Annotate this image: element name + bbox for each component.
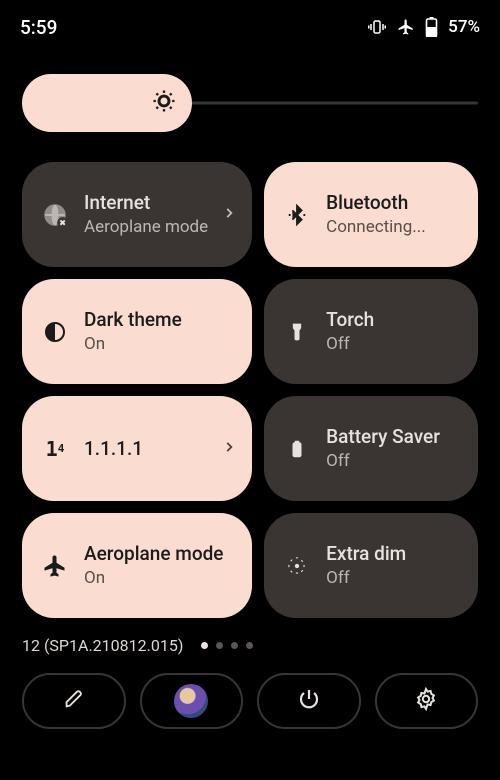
bluetooth-icon [282, 202, 312, 228]
user-avatar [174, 684, 208, 718]
airplane-icon [397, 18, 415, 36]
pager-dot [231, 642, 238, 649]
brightness-icon [150, 87, 178, 119]
tile-subtitle: Connecting... [326, 217, 462, 238]
dns-icon: 14 [40, 437, 70, 461]
tile-subtitle: On [84, 568, 236, 589]
battery-saver-icon [282, 436, 312, 462]
pager-dot [246, 642, 253, 649]
pencil-icon [63, 688, 85, 714]
tile-bluetooth[interactable]: Bluetooth Connecting... [264, 162, 478, 267]
tile-title: Bluetooth [326, 191, 462, 215]
torch-icon [282, 319, 312, 345]
qs-tile-grid: Internet Aeroplane mode Bluetooth Connec… [0, 132, 500, 618]
tile-title: Internet [84, 191, 208, 215]
tile-dark-theme[interactable]: Dark theme On [22, 279, 252, 384]
status-right: 57% [367, 17, 480, 37]
tile-torch[interactable]: Torch Off [264, 279, 478, 384]
settings-button[interactable] [375, 673, 479, 729]
tile-title: Battery Saver [326, 425, 462, 449]
brightness-handle[interactable] [22, 74, 192, 132]
power-icon [297, 687, 321, 715]
dark-theme-icon [40, 320, 70, 344]
brightness-slider[interactable] [22, 74, 478, 132]
chevron-right-icon [222, 205, 236, 224]
globe-disabled-icon [40, 202, 70, 228]
pager-dot [201, 642, 208, 649]
tile-title: Aeroplane mode [84, 542, 236, 566]
qs-footer-actions [0, 655, 500, 729]
gear-icon [414, 687, 438, 715]
tile-title: Torch [326, 308, 462, 332]
status-bar: 5:59 57% [0, 0, 500, 44]
build-row: 12 (SP1A.210812.015) [0, 618, 500, 655]
edit-tiles-button[interactable] [22, 673, 126, 729]
battery-percentage: 57% [448, 17, 480, 37]
tile-title: 1.1.1.1 [84, 437, 208, 461]
build-number: 12 (SP1A.210812.015) [22, 636, 183, 655]
tile-battery-saver[interactable]: Battery Saver Off [264, 396, 478, 501]
tile-dns[interactable]: 14 1.1.1.1 [22, 396, 252, 501]
status-time: 5:59 [20, 16, 57, 39]
page-indicator[interactable] [201, 642, 253, 649]
tile-subtitle: Off [326, 334, 462, 355]
tile-title: Extra dim [326, 542, 462, 566]
tile-extra-dim[interactable]: Extra dim Off [264, 513, 478, 618]
tile-subtitle: Aeroplane mode [84, 217, 208, 238]
tile-aeroplane-mode[interactable]: Aeroplane mode On [22, 513, 252, 618]
tile-subtitle: Off [326, 451, 462, 472]
user-switcher-button[interactable] [140, 673, 244, 729]
tile-internet[interactable]: Internet Aeroplane mode [22, 162, 252, 267]
pager-dot [216, 642, 223, 649]
extra-dim-icon [282, 553, 312, 579]
tile-subtitle: On [84, 334, 236, 355]
chevron-right-icon [222, 439, 236, 458]
vibrate-icon [367, 18, 387, 36]
battery-icon [425, 17, 438, 37]
tile-subtitle: Off [326, 568, 462, 589]
tile-title: Dark theme [84, 308, 236, 332]
power-button[interactable] [257, 673, 361, 729]
airplane-icon [40, 554, 70, 578]
